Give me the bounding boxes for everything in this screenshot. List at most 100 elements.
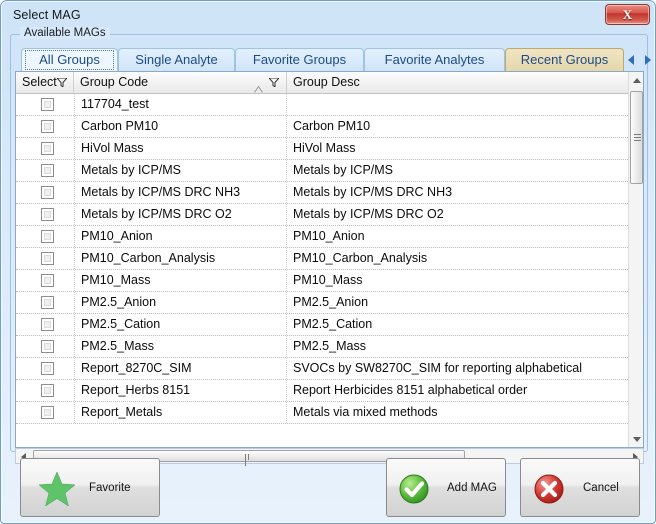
x-circle-icon — [534, 474, 564, 509]
row-checkbox[interactable] — [41, 296, 54, 309]
window-title: Select MAG — [13, 8, 81, 22]
table-row[interactable]: Report_MetalsMetals via mixed methods — [16, 402, 630, 424]
hscroll-grip-icon — [245, 454, 253, 460]
cell-group-desc: PM2.5_Mass — [287, 336, 630, 357]
row-checkbox[interactable] — [41, 318, 54, 331]
row-checkbox[interactable] — [41, 252, 54, 265]
column-header-group-code[interactable]: Group Code — [74, 72, 287, 93]
row-checkbox[interactable] — [41, 186, 54, 199]
cell-group-desc: PM10_Anion — [287, 226, 630, 247]
column-header-select[interactable]: Select — [16, 72, 74, 93]
cell-group-code: PM10_Mass — [74, 270, 287, 291]
star-icon — [39, 472, 75, 511]
tab-single-analyte-label: Single Analyte — [135, 52, 217, 67]
mags-grid: Select Group Code Group Desc — [15, 71, 644, 448]
tab-all-groups-label: All Groups — [25, 50, 114, 70]
row-select-cell[interactable] — [16, 358, 75, 379]
scroll-up-button[interactable] — [629, 72, 644, 88]
row-select-cell[interactable] — [16, 314, 75, 335]
scroll-down-button[interactable] — [629, 431, 644, 447]
groupbox-legend: Available MAGs — [20, 27, 110, 39]
table-row[interactable]: Carbon PM10Carbon PM10 — [16, 116, 630, 138]
close-button[interactable]: X — [605, 4, 650, 25]
table-row[interactable]: PM10_AnionPM10_Anion — [16, 226, 630, 248]
row-checkbox[interactable] — [41, 362, 54, 375]
tab-favorite-groups-label: Favorite Groups — [253, 52, 346, 67]
row-checkbox[interactable] — [41, 142, 54, 155]
table-row[interactable]: PM2.5_CationPM2.5_Cation — [16, 314, 630, 336]
add-mag-button[interactable]: Add MAG — [386, 458, 506, 517]
table-row[interactable]: HiVol MassHiVol Mass — [16, 138, 630, 160]
table-row[interactable]: Metals by ICP/MS DRC NH3Metals by ICP/MS… — [16, 182, 630, 204]
scroll-grip-icon — [634, 134, 641, 141]
row-select-cell[interactable] — [16, 380, 75, 401]
table-row[interactable]: Report_Herbs 8151Report Herbicides 8151 … — [16, 380, 630, 402]
table-row[interactable]: PM10_MassPM10_Mass — [16, 270, 630, 292]
table-row[interactable]: PM2.5_MassPM2.5_Mass — [16, 336, 630, 358]
add-mag-button-label: Add MAG — [447, 482, 497, 494]
tab-recent-groups[interactable]: Recent Groups — [505, 48, 624, 72]
select-filter-icon[interactable] — [57, 78, 67, 87]
row-select-cell[interactable] — [16, 402, 75, 423]
arrow-up-icon — [633, 78, 641, 83]
tab-scroll-right-button[interactable] — [642, 53, 655, 67]
row-checkbox[interactable] — [41, 340, 54, 353]
tab-favorite-analytes[interactable]: Favorite Analytes — [364, 48, 505, 72]
cell-group-desc: Metals by ICP/MS — [287, 160, 630, 181]
grid-vertical-scrollbar[interactable] — [628, 72, 643, 447]
close-icon: X — [606, 5, 649, 24]
cell-group-desc: SVOCs by SW8270C_SIM for reporting alpha… — [287, 358, 630, 379]
tab-single-analyte[interactable]: Single Analyte — [118, 48, 235, 72]
column-header-group-desc-label: Group Desc — [293, 72, 360, 93]
chevron-left-icon — [628, 55, 634, 65]
tab-favorite-groups[interactable]: Favorite Groups — [235, 48, 364, 72]
row-checkbox[interactable] — [41, 406, 54, 419]
favorite-button-label: Favorite — [89, 482, 131, 494]
cell-group-code: PM2.5_Mass — [74, 336, 287, 357]
cancel-button[interactable]: Cancel — [520, 458, 640, 517]
favorite-button[interactable]: Favorite — [20, 458, 160, 517]
cell-group-code: Metals by ICP/MS — [74, 160, 287, 181]
row-select-cell[interactable] — [16, 94, 75, 115]
cell-group-code: 117704_test — [74, 94, 287, 115]
group-code-filter-icon[interactable] — [269, 78, 279, 87]
row-checkbox[interactable] — [41, 384, 54, 397]
row-select-cell[interactable] — [16, 160, 75, 181]
select-mag-dialog: Select MAG X Available MAGs All Groups S… — [0, 0, 656, 524]
table-row[interactable]: Metals by ICP/MSMetals by ICP/MS — [16, 160, 630, 182]
table-row[interactable]: Report_8270C_SIMSVOCs by SW8270C_SIM for… — [16, 358, 630, 380]
row-select-cell[interactable] — [16, 336, 75, 357]
cell-group-desc: PM10_Carbon_Analysis — [287, 248, 630, 269]
cell-group-code: PM10_Anion — [74, 226, 287, 247]
cell-group-desc — [287, 94, 630, 115]
row-checkbox[interactable] — [41, 230, 54, 243]
cell-group-code: PM2.5_Cation — [74, 314, 287, 335]
row-checkbox[interactable] — [41, 164, 54, 177]
cell-group-desc: PM10_Mass — [287, 270, 630, 291]
tab-strip: All Groups Single Analyte Favorite Group… — [15, 46, 645, 72]
row-select-cell[interactable] — [16, 248, 75, 269]
vertical-scroll-thumb[interactable] — [630, 91, 643, 184]
row-select-cell[interactable] — [16, 138, 75, 159]
row-checkbox[interactable] — [41, 98, 54, 111]
table-row[interactable]: Metals by ICP/MS DRC O2Metals by ICP/MS … — [16, 204, 630, 226]
tab-all-groups[interactable]: All Groups — [21, 48, 118, 72]
row-checkbox[interactable] — [41, 120, 54, 133]
row-select-cell[interactable] — [16, 226, 75, 247]
table-row[interactable]: PM10_Carbon_AnalysisPM10_Carbon_Analysis — [16, 248, 630, 270]
row-select-cell[interactable] — [16, 116, 75, 137]
row-checkbox[interactable] — [41, 208, 54, 221]
cell-group-code: Report_8270C_SIM — [74, 358, 287, 379]
row-select-cell[interactable] — [16, 182, 75, 203]
row-checkbox[interactable] — [41, 274, 54, 287]
tab-scroll-left-button[interactable] — [626, 53, 639, 67]
tab-favorite-analytes-label: Favorite Analytes — [385, 52, 485, 67]
table-row[interactable]: PM2.5_AnionPM2.5_Anion — [16, 292, 630, 314]
cell-group-desc: Metals by ICP/MS DRC O2 — [287, 204, 630, 225]
column-header-group-code-label: Group Code — [80, 72, 148, 93]
column-header-group-desc[interactable]: Group Desc — [287, 72, 630, 93]
row-select-cell[interactable] — [16, 204, 75, 225]
row-select-cell[interactable] — [16, 270, 75, 291]
row-select-cell[interactable] — [16, 292, 75, 313]
table-row[interactable]: 117704_test — [16, 94, 630, 116]
